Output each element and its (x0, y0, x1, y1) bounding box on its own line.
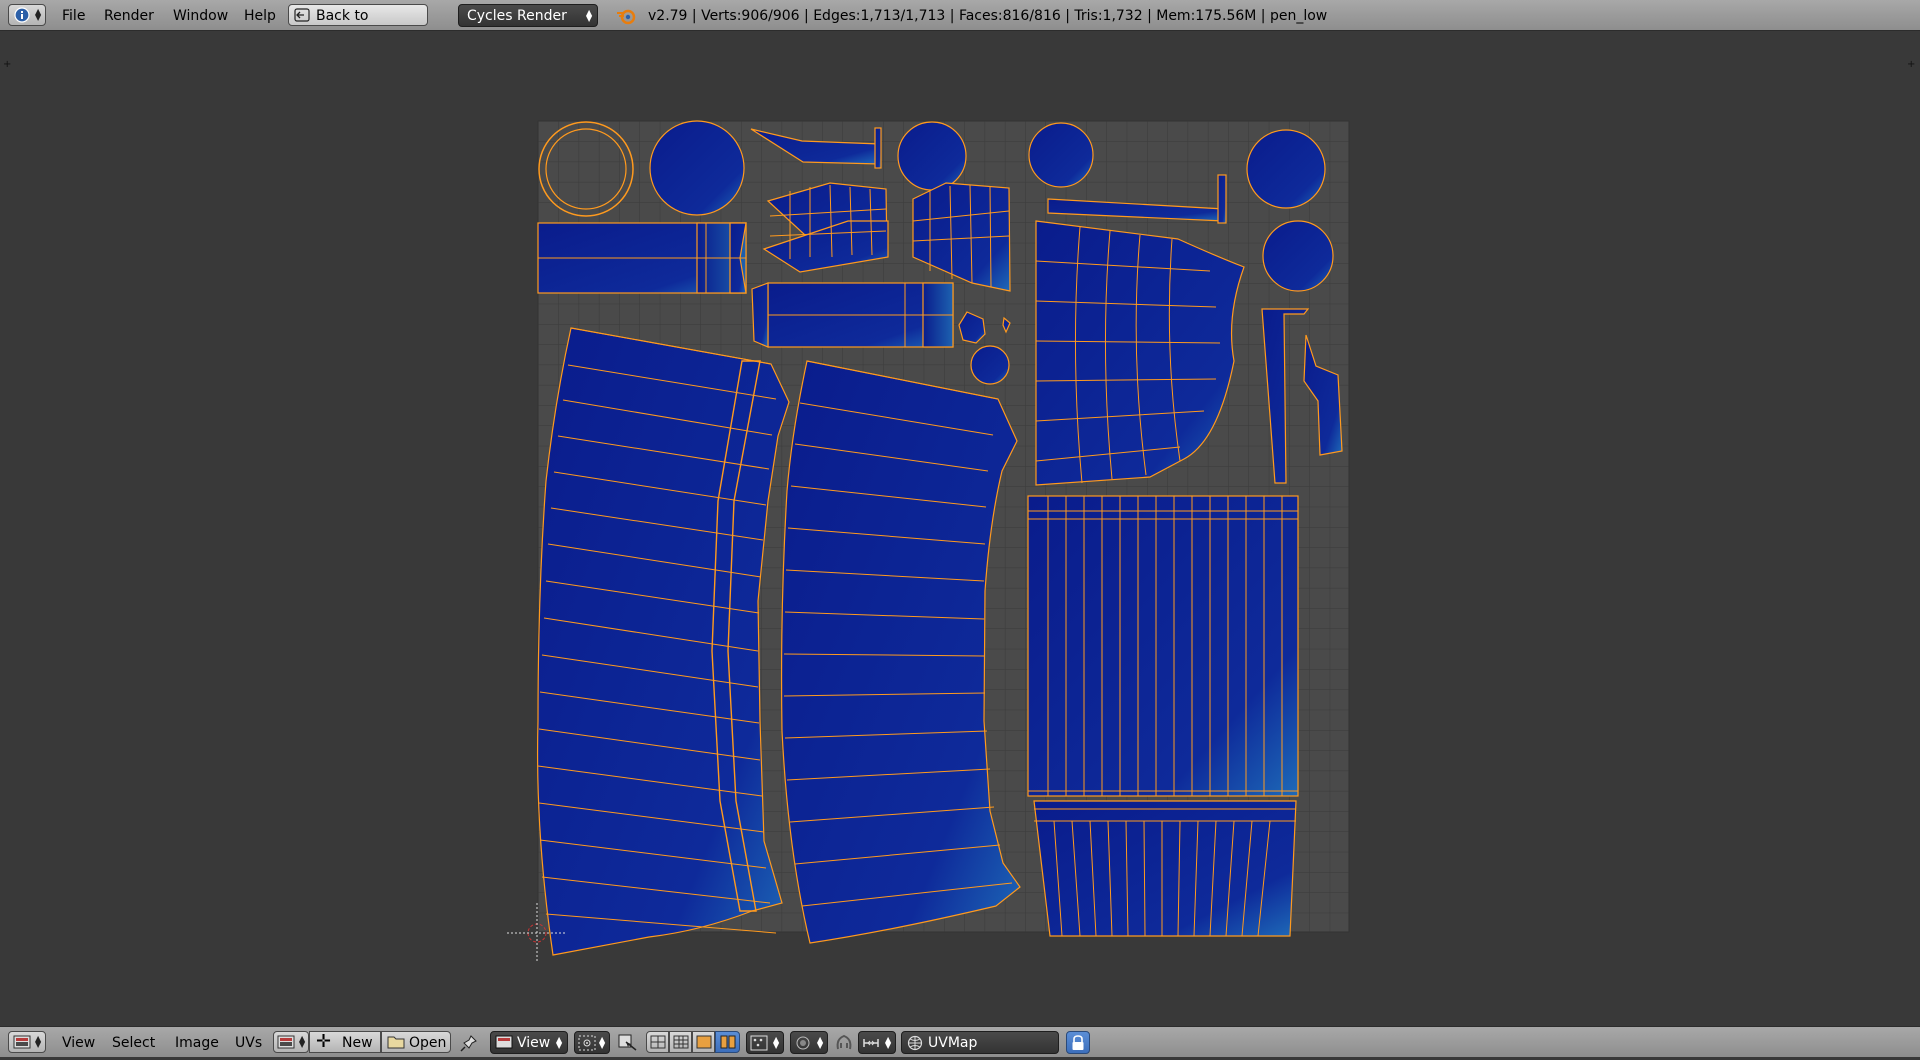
back-arrow-icon (294, 8, 310, 22)
view-mode-label: View (517, 1035, 551, 1051)
pivot-arrows: ▲ ▼ (599, 1035, 606, 1050)
top-header: ▲▼ File Render Window Help Back to Previ… (0, 0, 1920, 46)
face-select-icon (696, 1035, 712, 1049)
back-to-previous-button[interactable]: Back to Previous (288, 4, 428, 46)
uv-island-left-curved-strip (536, 327, 790, 956)
uv-island-disc (970, 345, 1010, 385)
render-engine-arrows: ▲ ▼ (586, 8, 593, 23)
editor-type-arrows-bottom: ▲ ▼ (35, 1034, 42, 1049)
island-select-mode[interactable] (715, 1031, 740, 1053)
menu-file[interactable]: File (62, 0, 85, 31)
menu-select[interactable]: Select (112, 1027, 155, 1058)
uv-island-sliver (874, 127, 882, 169)
info-icon (14, 7, 30, 23)
view-mode-icon (495, 1035, 513, 1049)
image-editor-icon (13, 1035, 31, 1049)
uv-island-disc (897, 121, 967, 191)
snap-element-arrows: ▲ ▼ (885, 1035, 892, 1050)
open-image-button[interactable]: Open (381, 1031, 451, 1053)
snap-element-dropdown[interactable]: ▲ ▼ (858, 1031, 896, 1054)
image-editor-header: ▲ ▼ View Select Image UVs ▲ ▼ ✛ New Open V… (0, 1026, 1920, 1057)
lock-button[interactable] (1066, 1031, 1090, 1054)
uv-map-selector[interactable]: UVMap (901, 1031, 1059, 1054)
vertex-select-mode[interactable] (646, 1031, 669, 1053)
edge-select-mode[interactable] (669, 1031, 692, 1053)
uv-layout-canvas[interactable] (0, 31, 1920, 1026)
editor-type-selector-image[interactable]: ▲ ▼ (8, 1031, 46, 1053)
uv-image-editor-viewport[interactable]: + + (0, 31, 1920, 1026)
select-mode-group (646, 1031, 740, 1053)
pivot-dropdown[interactable]: ▲ ▼ (574, 1031, 610, 1054)
blender-logo-icon (617, 9, 636, 25)
menu-image[interactable]: Image (175, 1027, 219, 1058)
edge-select-icon (673, 1035, 689, 1049)
new-image-button[interactable]: ✛ New (309, 1031, 381, 1053)
sticky-selection-icon[interactable] (618, 1034, 638, 1052)
menu-window[interactable]: Window (173, 0, 228, 31)
editor-type-arrows: ▲ ▼ (35, 7, 42, 22)
scene-statistics: v2.79 | Verts:906/906 | Edges:1,713/1,71… (648, 8, 1328, 24)
pin-icon[interactable] (460, 1034, 478, 1052)
pivot-icon (578, 1035, 596, 1051)
image-browse-icon (277, 1035, 295, 1049)
uv-island-middle-curved-strip (780, 360, 1021, 944)
uv-island-vertical-stub (1217, 174, 1227, 224)
island-select-icon (720, 1035, 736, 1049)
browse-arrows: ▲ ▼ (299, 1034, 306, 1049)
proportional-edit-icon (796, 1036, 810, 1050)
sticky-mode-arrows: ▲ ▼ (773, 1035, 780, 1050)
uv-island-bottom-right-grid (1027, 495, 1299, 797)
new-image-label: New (342, 1035, 373, 1051)
snap-element-icon (863, 1039, 879, 1047)
sticky-mode-dropdown[interactable]: ▲ ▼ (746, 1031, 784, 1054)
sticky-mode-icon (750, 1035, 768, 1051)
proportional-edit-arrows: ▲ ▼ (817, 1035, 824, 1050)
plus-icon: ✛ (316, 1031, 332, 1052)
editor-type-selector[interactable]: ▲ ▼ (8, 4, 46, 26)
menu-help[interactable]: Help (244, 0, 276, 31)
face-select-mode[interactable] (692, 1031, 715, 1053)
view-mode-dropdown[interactable]: View ▲ ▼ (490, 1031, 568, 1054)
render-engine-dropdown[interactable]: Cycles Render ▲ ▼ (458, 4, 598, 27)
snap-icon[interactable] (834, 1033, 854, 1053)
view-mode-arrows: ▲ ▼ (556, 1035, 563, 1050)
uv-island-disc (1246, 129, 1326, 209)
uv-map-icon (907, 1035, 923, 1051)
menu-render[interactable]: Render (104, 0, 154, 31)
browse-image-button[interactable]: ▲ ▼ (273, 1031, 309, 1053)
menu-view[interactable]: View (62, 1027, 95, 1058)
uv-island-center-strip-tab (751, 282, 769, 348)
menu-uvs[interactable]: UVs (235, 1027, 262, 1058)
folder-icon (387, 1036, 405, 1049)
proportional-edit-dropdown[interactable]: ▲ ▼ (790, 1031, 828, 1054)
uv-island-disc (649, 120, 745, 216)
uv-island-disc (1262, 220, 1334, 292)
vertex-select-icon (650, 1035, 666, 1049)
open-image-label: Open (409, 1035, 447, 1051)
render-engine-label: Cycles Render (467, 8, 567, 24)
uv-island-disc (1028, 122, 1094, 188)
lock-icon (1072, 1035, 1084, 1050)
uv-map-label: UVMap (928, 1035, 978, 1051)
